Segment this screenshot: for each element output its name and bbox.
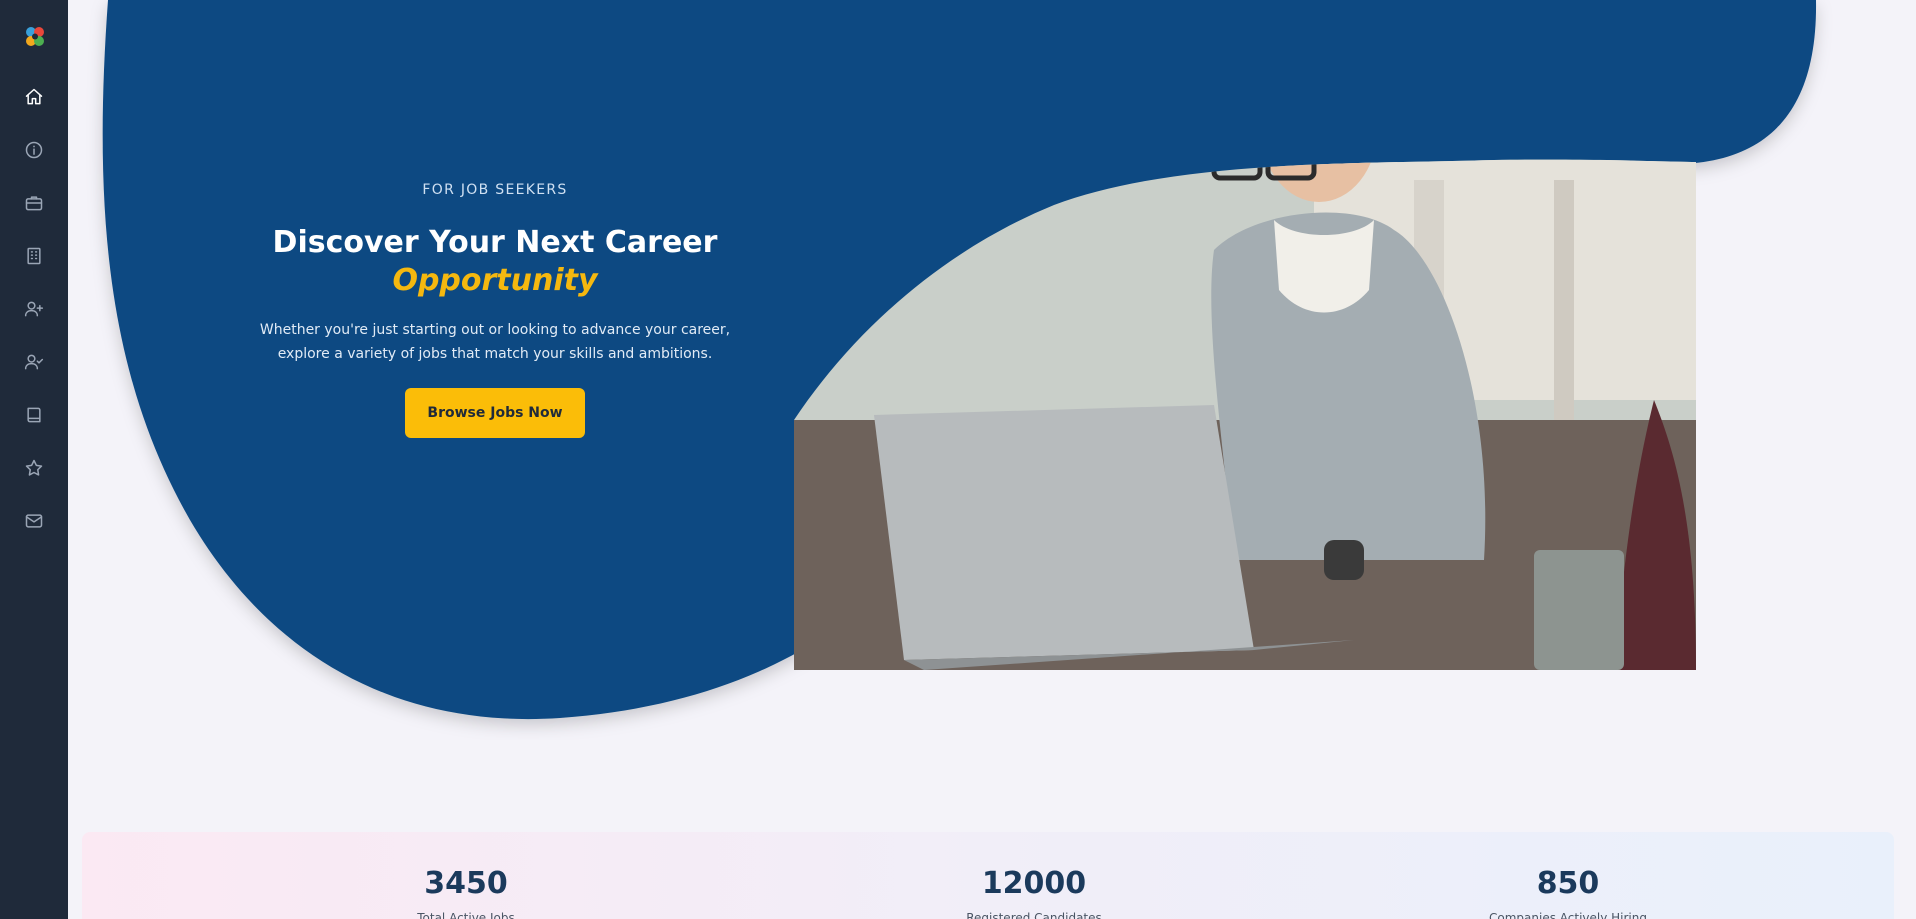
nav-register[interactable] — [14, 289, 54, 329]
stat-companies: 850 Companies Actively Hiring — [1418, 866, 1718, 919]
hero-eyebrow: FOR JOB SEEKERS — [422, 182, 568, 198]
hero-title-main: Discover Your Next Career — [272, 225, 718, 260]
book-icon — [27, 407, 41, 423]
stat-value: 12000 — [981, 866, 1087, 901]
nav-jobs[interactable] — [14, 183, 54, 223]
nav-resources[interactable] — [14, 395, 54, 435]
flower-logo[interactable] — [22, 24, 48, 50]
hero-title: Discover Your Next Career Opportunity — [240, 224, 750, 300]
stat-label: Companies Actively Hiring — [1489, 911, 1647, 919]
stat-label: Registered Candidates — [966, 911, 1102, 919]
nav-contact[interactable] — [14, 501, 54, 541]
user-plus-icon — [24, 301, 44, 317]
info-icon — [25, 141, 43, 159]
nav-companies[interactable] — [14, 236, 54, 276]
mail-icon — [25, 514, 43, 528]
nav-candidates[interactable] — [14, 342, 54, 382]
briefcase-icon — [25, 196, 43, 211]
stat-value: 3450 — [424, 866, 508, 901]
hero-title-accent: Opportunity — [392, 263, 598, 298]
nav-home[interactable] — [14, 77, 54, 117]
stat-candidates: 12000 Registered Candidates — [884, 866, 1184, 919]
stat-label: Total Active Jobs — [417, 911, 515, 919]
building-icon — [27, 247, 41, 265]
hero-description: Whether you're just starting out or look… — [259, 322, 731, 362]
stats-section: 3450 Total Active Jobs 12000 Registered … — [82, 832, 1894, 919]
sidebar — [0, 0, 68, 919]
home-icon — [25, 88, 43, 105]
stat-value: 850 — [1536, 866, 1600, 901]
nav-favorites[interactable] — [14, 448, 54, 488]
hero-content: FOR JOB SEEKERS Discover Your Next Caree… — [240, 180, 750, 438]
hero-photo — [794, 0, 1696, 670]
browse-jobs-button[interactable]: Browse Jobs Now — [405, 388, 585, 438]
star-icon — [25, 459, 43, 476]
user-check-icon — [24, 354, 44, 370]
stat-active-jobs: 3450 Total Active Jobs — [316, 866, 616, 919]
nav-about[interactable] — [14, 130, 54, 170]
